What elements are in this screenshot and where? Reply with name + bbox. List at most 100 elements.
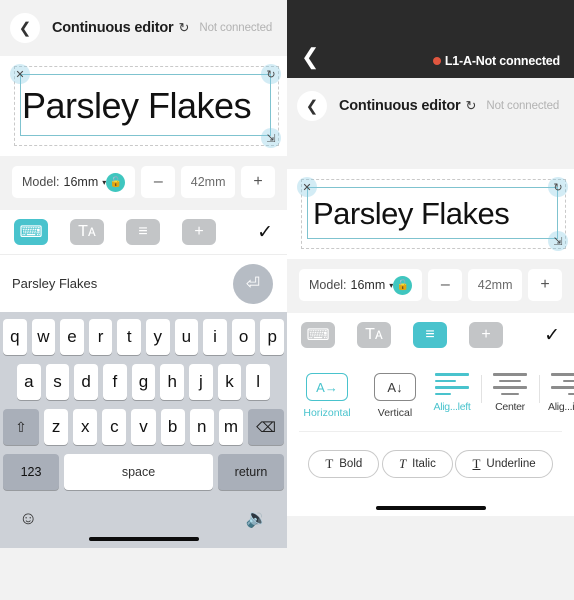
key-k[interactable]: k: [217, 364, 242, 400]
text-style-row: T Bold T Italic T Underline: [299, 431, 562, 492]
lock-open-icon[interactable]: 🔓: [106, 172, 126, 192]
key-q[interactable]: q: [3, 319, 27, 355]
orientation-horizontal[interactable]: A→ Horizontal: [299, 373, 355, 419]
underline-button[interactable]: T Underline: [455, 450, 553, 478]
keyboard-tool-button[interactable]: ⌨: [301, 322, 335, 348]
increase-size-button[interactable]: +: [241, 166, 275, 198]
increase-size-button[interactable]: +: [528, 269, 562, 301]
align-tool-button[interactable]: ≡: [126, 219, 160, 245]
alignment-panel: A→ Horizontal A↓ Vertical Alig...left Ce…: [287, 357, 574, 516]
space-key[interactable]: space: [64, 454, 213, 490]
align-center-icon: [493, 373, 527, 396]
lock-open-icon[interactable]: 🔓: [393, 275, 413, 295]
key-t[interactable]: t: [117, 319, 141, 355]
key-e[interactable]: e: [60, 319, 84, 355]
sync-icon[interactable]: ↻: [178, 20, 189, 36]
device-status-label: L1-A-Not connected: [444, 54, 560, 68]
resize-handle-icon[interactable]: ⇲: [261, 128, 281, 148]
microphone-icon[interactable]: 🔉: [246, 508, 268, 529]
key-h[interactable]: h: [160, 364, 185, 400]
plus-icon: +: [194, 223, 204, 240]
model-selector[interactable]: Model: 16mm ▾ 🔓: [12, 166, 136, 198]
bold-label: Bold: [339, 458, 363, 470]
key-d[interactable]: d: [74, 364, 98, 400]
chevron-left-icon: ❮: [305, 98, 319, 115]
key-s[interactable]: s: [45, 364, 70, 400]
return-key[interactable]: return: [218, 454, 284, 490]
backspace-key[interactable]: ⌫: [247, 409, 284, 445]
key-b[interactable]: b: [160, 409, 185, 445]
left-toolbar: ⌨ Tᴀ ≡ + ✓: [0, 210, 287, 254]
key-m[interactable]: m: [218, 409, 243, 445]
decrease-size-button[interactable]: –: [428, 269, 463, 301]
key-l[interactable]: l: [246, 364, 271, 400]
add-tool-button[interactable]: +: [469, 322, 503, 348]
keyboard-tool-button[interactable]: ⌨: [14, 219, 48, 245]
rotate-handle-icon[interactable]: ↻: [548, 177, 568, 197]
key-z[interactable]: z: [44, 409, 69, 445]
add-tool-button[interactable]: +: [182, 219, 216, 245]
numbers-key[interactable]: 123: [3, 454, 59, 490]
font-tool-button[interactable]: Tᴀ: [357, 322, 391, 348]
right-screen: ❮ L1-A-Not connected ❮ Continuous editor…: [287, 0, 574, 600]
back-button[interactable]: ❮: [297, 91, 327, 121]
canvas-text[interactable]: Parsley Flakes: [313, 196, 510, 232]
confirm-button[interactable]: ✓: [544, 324, 560, 347]
align-left-button[interactable]: Alig...left: [423, 373, 481, 413]
sync-icon[interactable]: ↻: [465, 98, 476, 114]
decrease-size-button[interactable]: –: [141, 166, 176, 198]
confirm-button[interactable]: ✓: [257, 221, 273, 244]
italic-button[interactable]: T Italic: [381, 450, 453, 478]
keyboard-row-3: ⇧ z x c v b n m ⌫: [3, 409, 284, 445]
bold-icon: T: [325, 456, 334, 471]
key-y[interactable]: y: [146, 319, 170, 355]
key-p[interactable]: p: [260, 319, 284, 355]
font-tool-button[interactable]: Tᴀ: [70, 219, 104, 245]
size-value[interactable]: 42mm: [181, 166, 235, 198]
device-status-bar: ❮ L1-A-Not connected: [287, 0, 574, 78]
align-center-button[interactable]: Center: [481, 373, 539, 413]
key-c[interactable]: c: [102, 409, 127, 445]
key-u[interactable]: u: [174, 319, 199, 355]
key-o[interactable]: o: [231, 319, 256, 355]
device-back-button[interactable]: ❮: [301, 46, 325, 68]
text-input-row[interactable]: Parsley Flakes ⏎: [0, 254, 287, 312]
model-label: Model:: [309, 278, 347, 292]
back-button[interactable]: ❮: [10, 13, 40, 43]
model-selector[interactable]: Model: 16mm ▾ 🔓: [299, 269, 423, 301]
vertical-label: Vertical: [377, 407, 413, 419]
align-tool-button[interactable]: ≡: [413, 322, 447, 348]
size-value[interactable]: 42mm: [468, 269, 522, 301]
key-i[interactable]: i: [203, 319, 227, 355]
key-g[interactable]: g: [131, 364, 156, 400]
horizontal-label: Horizontal: [303, 407, 351, 419]
align-right-label: Alig...ight: [548, 401, 574, 414]
underline-label: Underline: [486, 458, 536, 470]
label-canvas[interactable]: Parsley Flakes ✕ ↻ ⇲: [287, 169, 574, 259]
align-icon: ≡: [138, 223, 148, 240]
resize-handle-icon[interactable]: ⇲: [548, 231, 568, 251]
model-label: Model:: [22, 175, 60, 189]
emoji-icon[interactable]: ☺: [19, 508, 37, 529]
label-canvas[interactable]: Parsley Flakes ✕ ↻ ⇲: [0, 56, 287, 156]
align-right-button[interactable]: Alig...ight: [539, 373, 574, 413]
text-input-value[interactable]: Parsley Flakes: [12, 276, 97, 291]
key-n[interactable]: n: [189, 409, 214, 445]
key-r[interactable]: r: [88, 319, 113, 355]
left-model-row: Model: 16mm ▾ 🔓 – 42mm +: [0, 156, 287, 210]
key-a[interactable]: a: [16, 364, 41, 400]
close-handle-icon[interactable]: ✕: [10, 64, 30, 84]
shift-key[interactable]: ⇧: [3, 409, 39, 445]
key-f[interactable]: f: [103, 364, 127, 400]
key-v[interactable]: v: [131, 409, 156, 445]
key-w[interactable]: w: [31, 319, 56, 355]
bold-button[interactable]: T Bold: [308, 450, 380, 478]
rotate-handle-icon[interactable]: ↻: [261, 64, 281, 84]
orientation-vertical[interactable]: A↓ Vertical: [367, 373, 423, 419]
enter-button[interactable]: ⏎: [233, 263, 273, 304]
chevron-left-icon: ❮: [18, 20, 32, 37]
canvas-text[interactable]: Parsley Flakes: [22, 85, 252, 127]
key-j[interactable]: j: [189, 364, 213, 400]
close-handle-icon[interactable]: ✕: [297, 177, 317, 197]
key-x[interactable]: x: [73, 409, 98, 445]
